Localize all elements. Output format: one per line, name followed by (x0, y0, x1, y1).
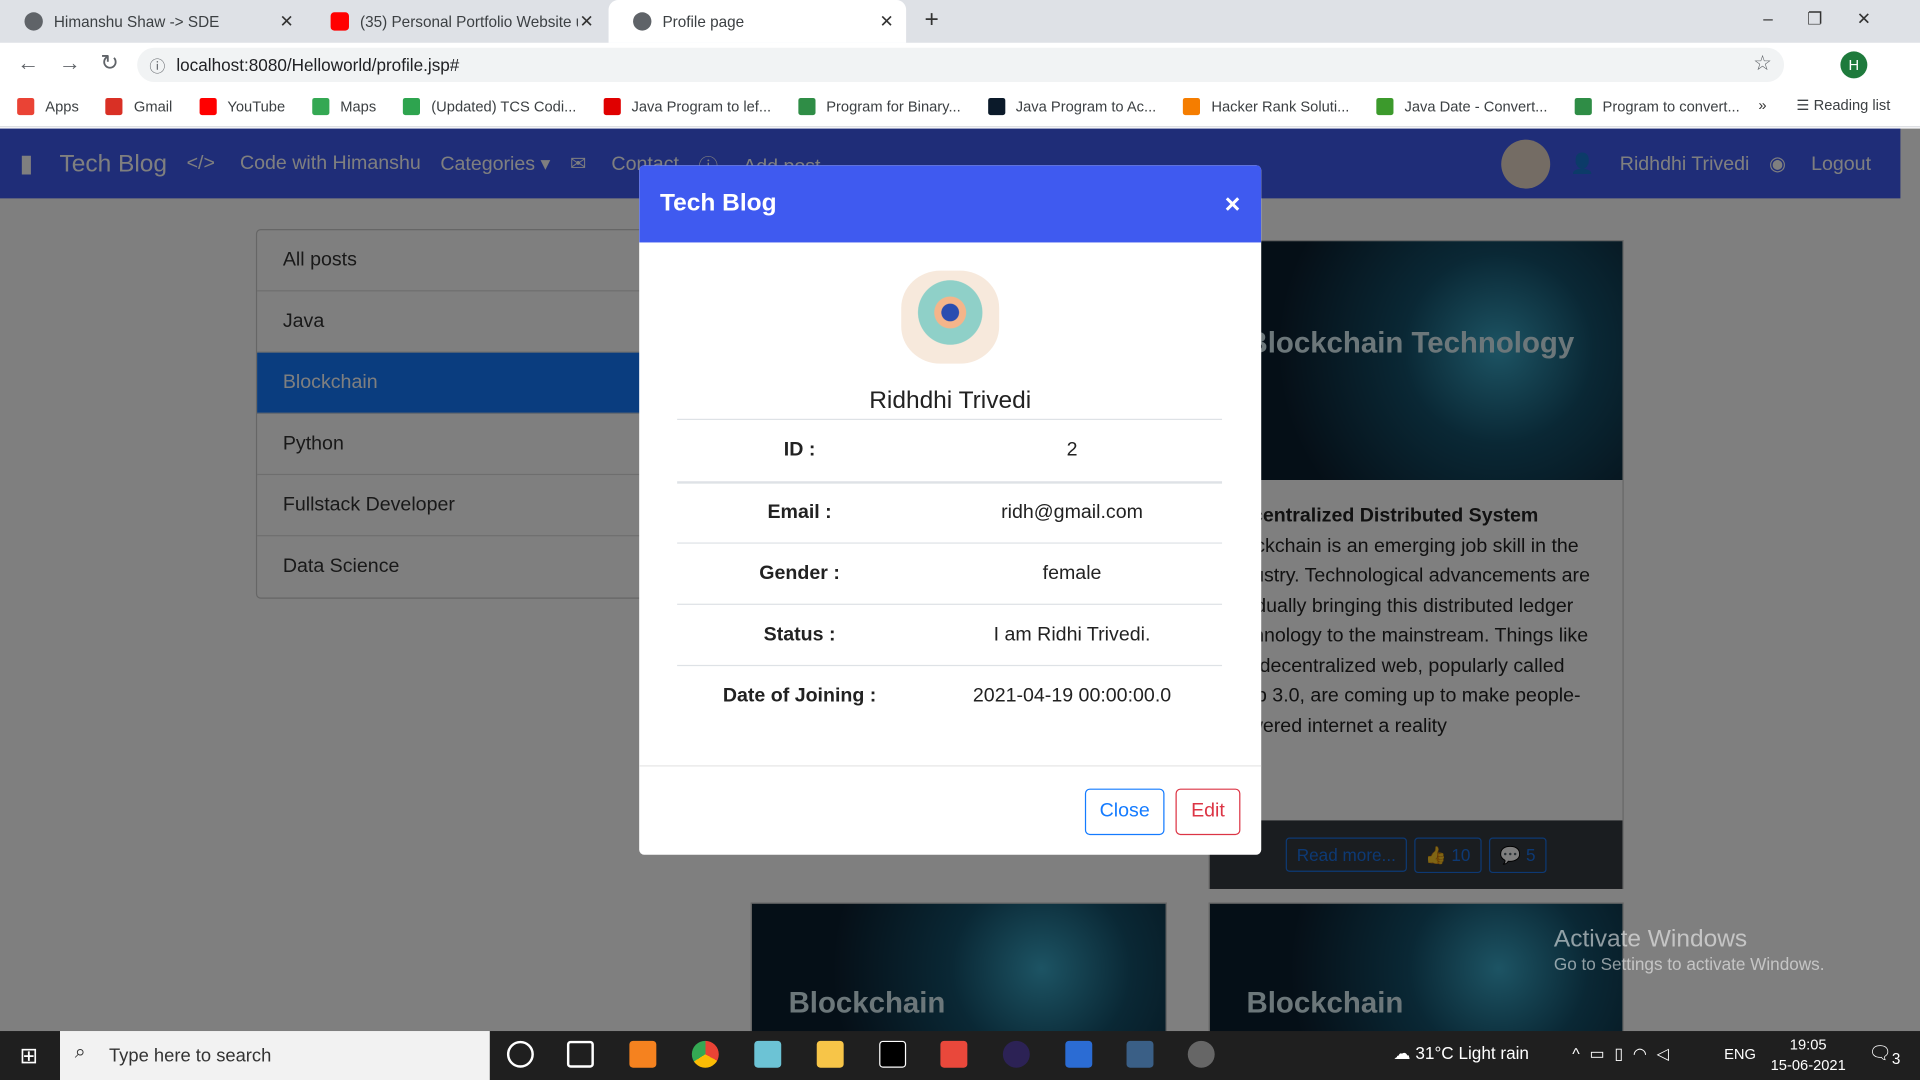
bookmark-icon (603, 97, 621, 115)
bookmark-icon (312, 97, 330, 115)
notification-icon[interactable]: 🗨3 (1869, 1042, 1901, 1067)
bookmark-icon (1183, 97, 1201, 115)
modal-footer-divider (639, 765, 1262, 767)
notepad-icon[interactable] (754, 1040, 782, 1068)
bookmark-icon (403, 97, 421, 115)
language[interactable]: ENG (1724, 1046, 1756, 1063)
intellij-icon[interactable] (879, 1040, 907, 1068)
windows-start-icon[interactable]: ⊞ (20, 1043, 38, 1069)
bookmark-item[interactable]: Program to convert... (1574, 97, 1740, 115)
row-gender: Gender : female (677, 542, 1223, 603)
bookmark-item[interactable]: Maps (312, 97, 376, 115)
more-bookmarks[interactable]: » (1758, 97, 1766, 114)
reading-list[interactable]: ☰ Reading list (1796, 97, 1890, 114)
tab-strip: Himanshu Shaw -> SDE ✕ (35) Personal Port… (0, 0, 1920, 43)
eclipse-icon[interactable] (1002, 1040, 1030, 1068)
bookmark-item[interactable]: YouTube (199, 97, 285, 115)
row-email: Email : ridh@gmail.com (677, 481, 1223, 542)
settings-icon[interactable] (1187, 1040, 1215, 1068)
modal-title: Tech Blog (660, 189, 777, 217)
row-date-of-joining: Date of Joining :2021-04-19 00:00:00.0 (677, 664, 1223, 726)
task-view-icon[interactable] (566, 1040, 594, 1068)
chrome-icon[interactable] (691, 1040, 719, 1068)
bookmark-icon (199, 97, 217, 115)
bookmark-item[interactable]: Java Program to lef... (603, 97, 771, 115)
bookmarks-bar: Apps Gmail YouTube Maps (Updated) TCS Codi..… (0, 85, 1920, 128)
globe-icon (633, 12, 652, 31)
globe-icon (24, 12, 43, 31)
bookmark-icon (1574, 97, 1592, 115)
bookmark-item[interactable]: Gmail (105, 97, 172, 115)
bookmark-item[interactable]: (Updated) TCS Codi... (403, 97, 576, 115)
sublime-icon[interactable] (629, 1040, 657, 1068)
weather[interactable]: ☁ 31°C Light rain (1393, 1043, 1528, 1064)
new-tab-button[interactable]: + (924, 6, 938, 34)
url-input[interactable]: ⓘ localhost:8080/Helloworld/profile.jsp# ☆ (137, 47, 1785, 83)
close-icon[interactable]: × (1225, 188, 1241, 220)
close-tab-icon[interactable]: ✕ (580, 11, 594, 32)
tab-youtube[interactable]: (35) Personal Portfolio Website u ✕ (306, 0, 606, 43)
info-icon: ⓘ (149, 57, 166, 76)
bookmark-icon (987, 97, 1005, 115)
row-id: ID :2 (677, 418, 1223, 480)
window-controls[interactable]: –❐✕ (1763, 9, 1905, 30)
cortana-icon[interactable] (506, 1040, 534, 1068)
close-button[interactable]: Close (1084, 788, 1165, 836)
clock[interactable]: 19:05 15-06-2021 (1771, 1035, 1846, 1077)
tab-profile[interactable]: Profile page ✕ (608, 0, 907, 43)
youtube-icon (330, 12, 349, 31)
bookmark-item[interactable]: Program for Binary... (798, 97, 961, 115)
word-icon[interactable] (1065, 1040, 1093, 1068)
profile-picture (901, 270, 1000, 364)
bookmark-item[interactable]: Java Program to Ac... (987, 97, 1156, 115)
close-tab-icon[interactable]: ✕ (280, 11, 294, 32)
taskbar-search[interactable]: ⌕ Type here to search (60, 1031, 490, 1080)
mysql-icon[interactable] (1126, 1040, 1154, 1068)
bookmark-item[interactable]: Java Date - Convert... (1376, 97, 1547, 115)
bookmark-item[interactable]: Apps (17, 97, 79, 115)
profile-modal: Tech Blog × Ridhdhi Trivedi ID :2 Email :… (639, 165, 1262, 855)
bookmark-icon (1376, 97, 1394, 115)
file-explorer-icon[interactable] (816, 1040, 844, 1068)
tray-icons[interactable]: ^▭▯◠◁ (1572, 1044, 1678, 1064)
search-icon: ⌕ (74, 1042, 86, 1063)
profile-name: Ridhdhi Trivedi (869, 386, 1032, 414)
bookmark-item[interactable]: Hacker Rank Soluti... (1183, 97, 1349, 115)
bookmark-icon (17, 97, 35, 115)
bookmark-icon (105, 97, 123, 115)
nav-buttons-back-forward-reload[interactable]: ←→↻ (17, 50, 138, 76)
row-status: Status :I am Ridhi Trivedi. (677, 603, 1223, 665)
profile-avatar[interactable]: H (1840, 51, 1868, 79)
bookmark-icon (798, 97, 816, 115)
activate-windows-watermark: Activate Windows Go to Settings to activa… (1553, 925, 1825, 974)
edit-button[interactable]: Edit (1175, 788, 1241, 836)
close-tab-icon[interactable]: ✕ (880, 11, 894, 32)
star-icon[interactable]: ☆ (1753, 51, 1772, 75)
git-icon[interactable] (940, 1040, 968, 1068)
tab-himanshu[interactable]: Himanshu Shaw -> SDE ✕ (0, 0, 306, 43)
